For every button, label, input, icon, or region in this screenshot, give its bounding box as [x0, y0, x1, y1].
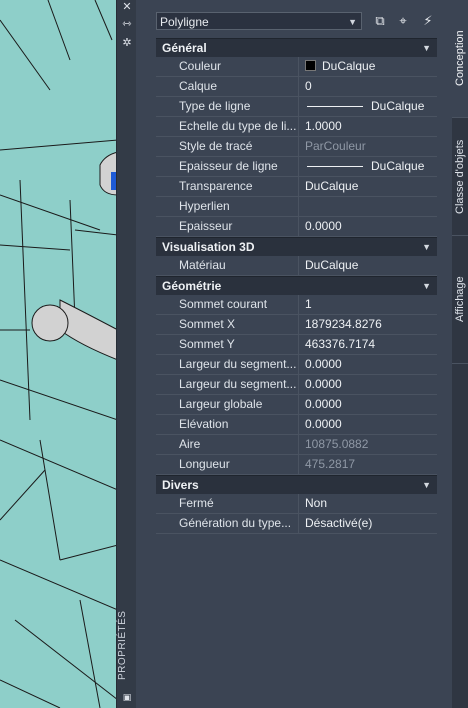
property-row[interactable]: Echelle du type de li... 1.0000: [156, 117, 437, 137]
property-value[interactable]: 0.0000: [301, 395, 437, 414]
property-name: Echelle du type de li...: [175, 117, 299, 136]
quick-select-icon[interactable]: ⚡: [420, 13, 436, 29]
chevron-down-icon: ▼: [348, 17, 357, 27]
property-name: Aire: [175, 435, 299, 454]
property-row[interactable]: Hyperlien: [156, 197, 437, 217]
property-row[interactable]: Sommet X 1879234.8276: [156, 315, 437, 335]
property-value[interactable]: 1879234.8276: [301, 315, 437, 334]
drawing-canvas[interactable]: [0, 0, 118, 708]
object-type-dropdown[interactable]: Polyligne ▼: [156, 12, 362, 30]
property-value[interactable]: 0.0000: [301, 415, 437, 434]
property-name: Transparence: [175, 177, 299, 196]
property-value: 475.2817: [305, 457, 356, 471]
property-value[interactable]: 0.0000: [301, 355, 437, 374]
property-row[interactable]: Epaisseur de ligne DuCalque: [156, 157, 437, 177]
property-value[interactable]: DuCalque: [301, 97, 437, 116]
property-name: Epaisseur: [175, 217, 299, 236]
tab-object-class[interactable]: Classe d'objets: [452, 118, 468, 236]
lineweight-preview-icon: [307, 166, 363, 168]
category-general[interactable]: Général ▼: [156, 38, 437, 57]
select-objects-icon[interactable]: ⌖: [395, 13, 411, 29]
property-value[interactable]: DuCalque: [301, 157, 437, 176]
property-name: Sommet Y: [175, 335, 299, 354]
property-row[interactable]: Aire 10875.0882: [156, 435, 437, 455]
palette-menu-icon[interactable]: ▣: [119, 690, 135, 704]
property-row[interactable]: Elévation 0.0000: [156, 415, 437, 435]
palette-title: PROPRIÉTÉS: [117, 610, 128, 680]
property-value: 10875.0882: [305, 437, 369, 451]
property-value[interactable]: DuCalque: [301, 57, 437, 76]
property-name: Sommet X: [175, 315, 299, 334]
object-type-value: Polyligne: [160, 15, 209, 29]
property-row[interactable]: Sommet courant 1: [156, 295, 437, 315]
property-name: Style de tracé: [175, 137, 299, 156]
property-name: Matériau: [175, 256, 299, 275]
linetype-preview-icon: [307, 106, 363, 108]
property-row[interactable]: Type de ligne DuCalque: [156, 97, 437, 117]
property-row[interactable]: Génération du type... Désactivé(e): [156, 514, 437, 534]
tab-conception[interactable]: Conception: [452, 0, 468, 118]
property-row[interactable]: Transparence DuCalque: [156, 177, 437, 197]
property-row[interactable]: Largeur globale 0.0000: [156, 395, 437, 415]
property-name: Type de ligne: [175, 97, 299, 116]
collapse-icon[interactable]: ▼: [422, 476, 431, 494]
property-name: Génération du type...: [175, 514, 299, 533]
properties-panel: Polyligne ▼ ⧉ ⌖ ⚡ Général ▼ Couleur DuCalq…: [136, 0, 452, 708]
property-value[interactable]: 0.0000: [301, 375, 437, 394]
property-row[interactable]: Largeur du segment... 0.0000: [156, 355, 437, 375]
property-row[interactable]: Fermé Non: [156, 494, 437, 514]
property-value[interactable]: 463376.7174: [301, 335, 437, 354]
property-value[interactable]: 1: [301, 295, 437, 314]
property-row[interactable]: Longueur 475.2817: [156, 455, 437, 475]
color-swatch-icon: [305, 60, 316, 72]
property-value[interactable]: 0.0000: [301, 217, 437, 236]
category-3d-visualization[interactable]: Visualisation 3D ▼: [156, 237, 437, 256]
property-name: Calque: [175, 77, 299, 96]
property-name: Couleur: [175, 57, 299, 76]
property-row[interactable]: Largeur du segment... 0.0000: [156, 375, 437, 395]
property-name: Largeur globale: [175, 395, 299, 414]
gear-icon[interactable]: ✲: [119, 36, 135, 50]
autohide-icon[interactable]: ⇿: [119, 17, 135, 31]
property-value[interactable]: Non: [301, 494, 437, 513]
property-value[interactable]: [301, 197, 437, 216]
property-value[interactable]: Désactivé(e): [301, 514, 437, 533]
collapse-icon[interactable]: ▼: [422, 238, 431, 256]
property-grid: Général ▼ Couleur DuCalque Calque 0 Type de…: [156, 38, 437, 534]
close-icon[interactable]: ✕: [119, 0, 135, 14]
collapse-icon[interactable]: ▼: [422, 277, 431, 295]
toggle-pickadd-icon[interactable]: ⧉: [372, 13, 388, 29]
property-row[interactable]: Sommet Y 463376.7174: [156, 335, 437, 355]
tab-display[interactable]: Affichage: [452, 236, 468, 364]
property-value: ParCouleur: [305, 139, 366, 153]
collapse-icon[interactable]: ▼: [422, 39, 431, 57]
property-value[interactable]: 1.0000: [301, 117, 437, 136]
property-name: Fermé: [175, 494, 299, 513]
property-name: Largeur du segment...: [175, 375, 299, 394]
property-row[interactable]: Matériau DuCalque: [156, 256, 437, 276]
property-name: Epaisseur de ligne: [175, 157, 299, 176]
property-row[interactable]: Style de tracé ParCouleur: [156, 137, 437, 157]
property-name: Hyperlien: [175, 197, 299, 216]
property-row[interactable]: Epaisseur 0.0000: [156, 217, 437, 237]
category-misc[interactable]: Divers ▼: [156, 475, 437, 494]
category-geometry[interactable]: Géométrie ▼: [156, 276, 437, 295]
property-row[interactable]: Calque 0: [156, 77, 437, 97]
property-value[interactable]: DuCalque: [301, 256, 437, 275]
property-name: Sommet courant: [175, 295, 299, 314]
property-value[interactable]: DuCalque: [301, 177, 437, 196]
property-value[interactable]: 0: [301, 77, 437, 96]
palette-titlebar[interactable]: ✕ ⇿ ✲ PROPRIÉTÉS ▣: [116, 0, 137, 708]
property-name: Largeur du segment...: [175, 355, 299, 374]
property-name: Elévation: [175, 415, 299, 434]
property-row[interactable]: Couleur DuCalque: [156, 57, 437, 77]
palette-tabs: Conception Classe d'objets Affichage: [452, 0, 468, 708]
property-name: Longueur: [175, 455, 299, 474]
